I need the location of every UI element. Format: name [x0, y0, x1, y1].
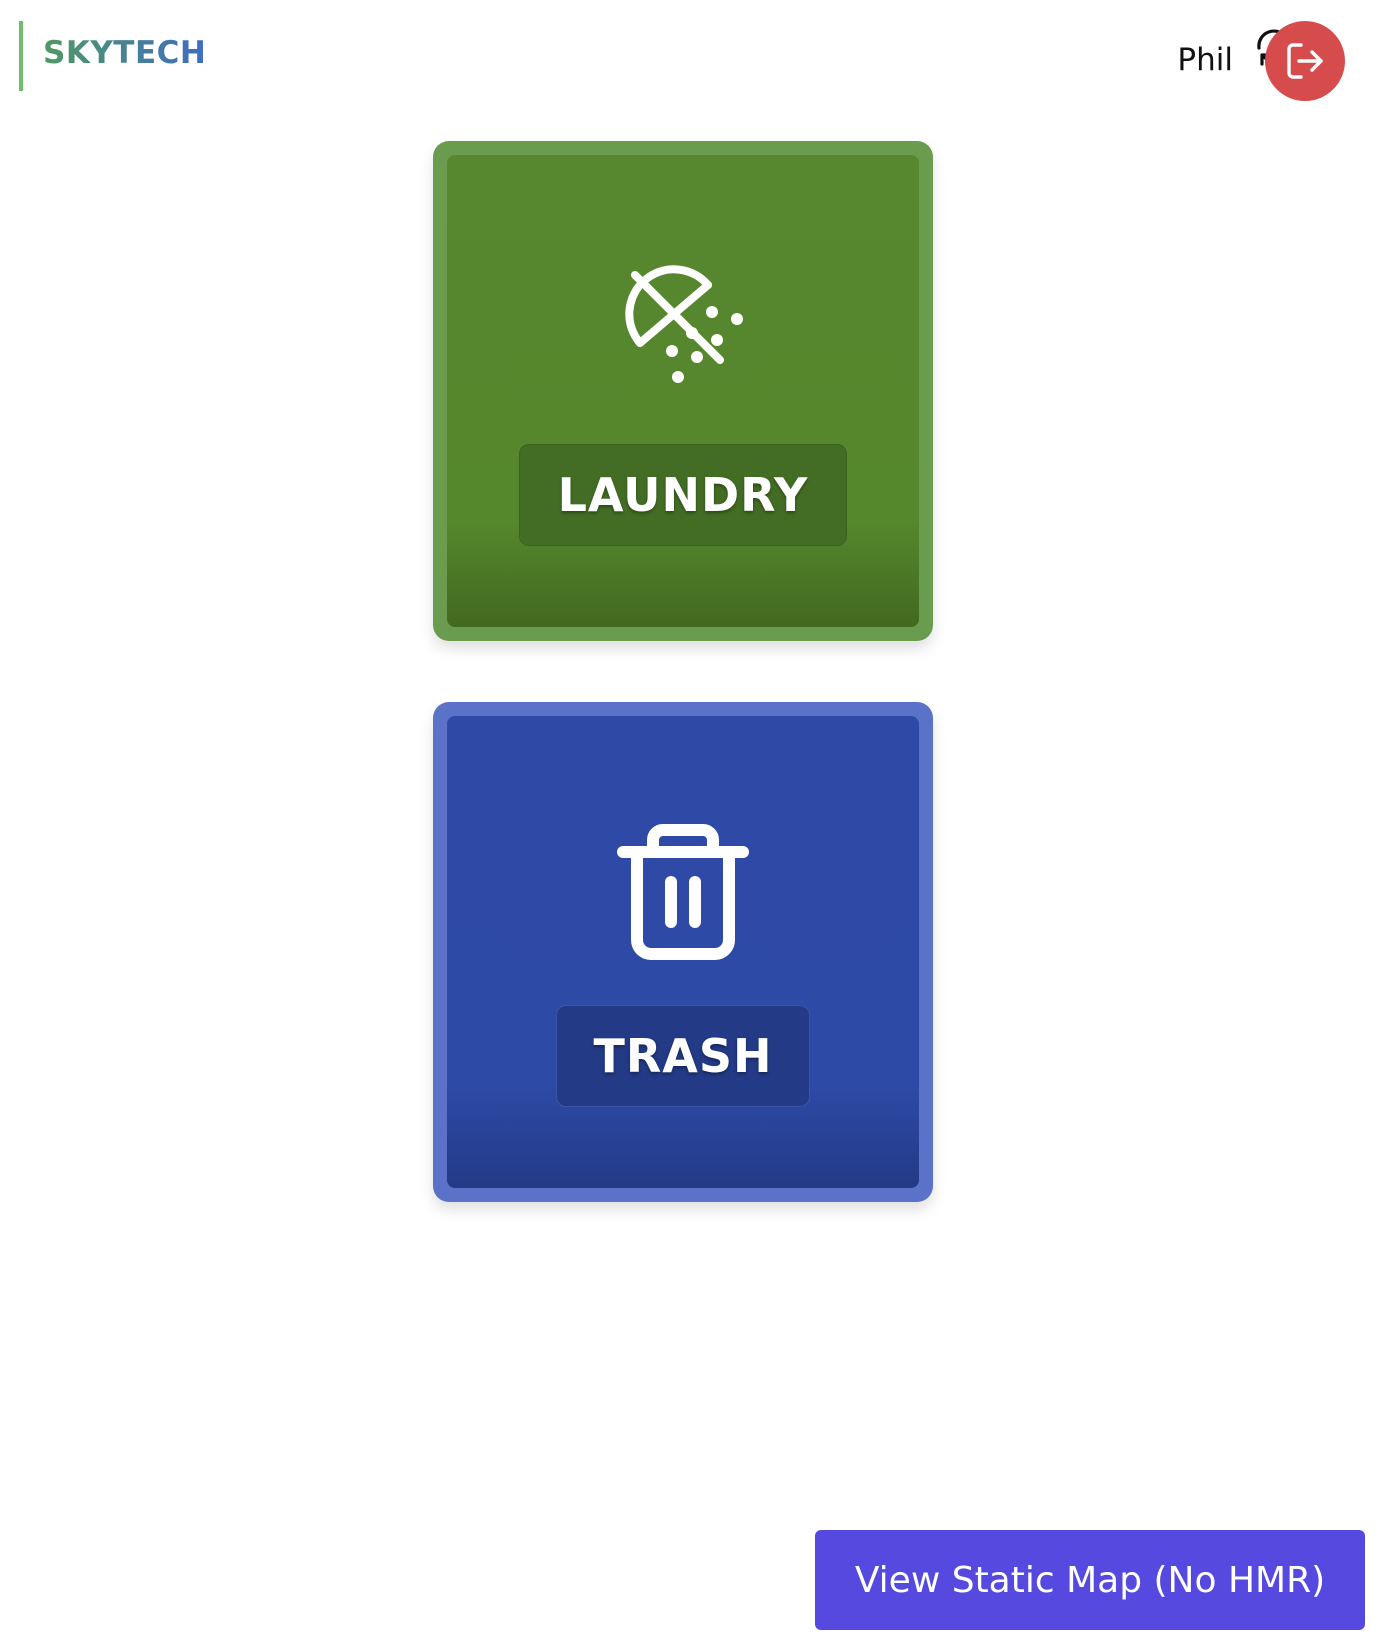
brand-logo: SKYTECH: [19, 21, 206, 91]
view-static-map-button[interactable]: View Static Map (No HMR): [815, 1530, 1365, 1630]
trash-label: TRASH: [556, 1005, 810, 1107]
user-name: Phil: [1177, 42, 1233, 78]
logout-icon: [1282, 38, 1328, 84]
page: SKYTECH Phil LAUNDRY TRASH View Static M…: [0, 0, 1385, 1645]
shower-off-icon: [618, 263, 748, 397]
trash-icon: [613, 816, 753, 970]
laundry-tile-body: LAUNDRY: [447, 155, 919, 627]
laundry-label: LAUNDRY: [519, 444, 847, 546]
brand-name: SKYTECH: [43, 35, 207, 71]
laundry-tile[interactable]: LAUNDRY: [433, 141, 933, 641]
logout-button[interactable]: [1265, 21, 1345, 101]
trash-tile[interactable]: TRASH: [433, 702, 933, 1202]
trash-tile-body: TRASH: [447, 716, 919, 1188]
